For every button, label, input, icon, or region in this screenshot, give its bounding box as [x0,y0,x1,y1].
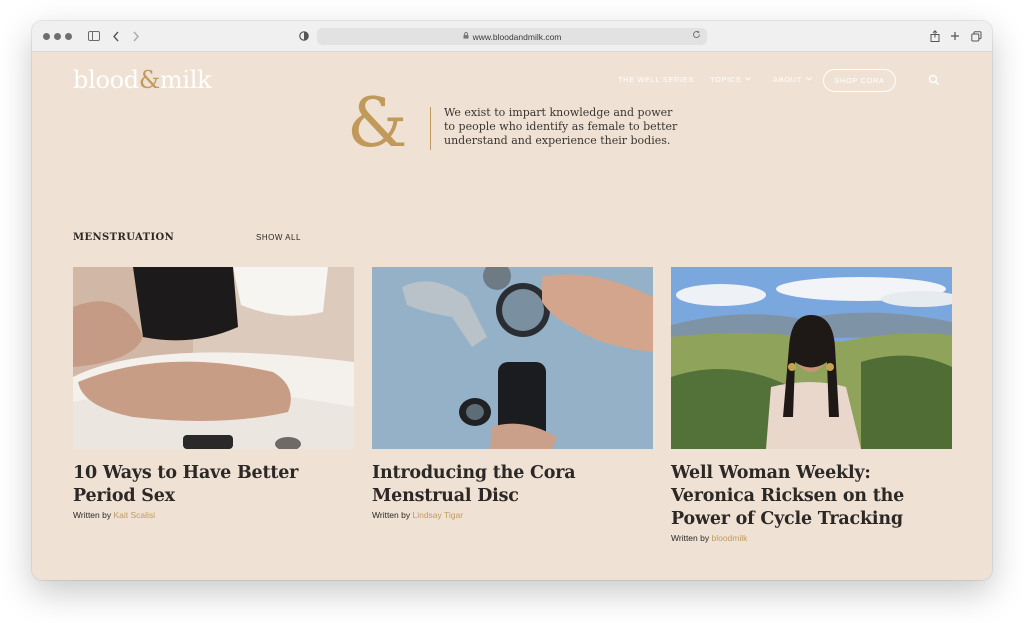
article-image[interactable] [73,267,354,449]
reload-icon[interactable] [692,30,701,42]
nav-topics[interactable]: TOPICS [710,75,752,84]
nav-about-label: ABOUT [773,75,802,84]
logo-ampersand: & [138,66,160,94]
zoom-window-dot[interactable] [65,33,72,40]
nav-topics-label: TOPICS [710,75,742,84]
minimize-window-dot[interactable] [54,33,61,40]
article-title[interactable]: Introducing the Cora Menstrual Disc [372,462,653,508]
hero-ampersand: & [347,84,408,163]
lock-icon [463,32,469,41]
article-image[interactable] [372,267,653,449]
show-all-link[interactable]: SHOW ALL [256,233,301,242]
article-card[interactable]: Well Woman Weekly: Veronica Ricksen on t… [671,267,952,543]
shield-icon[interactable] [296,28,312,44]
byline-prefix: Written by [73,510,112,520]
article-title[interactable]: Well Woman Weekly: Veronica Ricksen on t… [671,462,952,531]
close-window-dot[interactable] [43,33,50,40]
author-link[interactable]: Lindsay Tigar [412,510,463,520]
site-logo[interactable]: blood&milk [73,66,212,94]
search-icon[interactable] [928,73,940,86]
author-link[interactable]: Kait Scalisi [113,510,155,520]
sidebar-icon[interactable] [86,28,102,44]
web-page: blood&milk THE WELL SERIES TOPICS ABOUT … [32,52,992,580]
nav-well-series-label: THE WELL SERIES [618,75,694,84]
article-image[interactable] [671,267,952,449]
author-link[interactable]: bloodmilk [711,533,747,543]
chevron-down-icon [806,76,812,83]
logo-word-milk: milk [159,66,212,94]
byline-prefix: Written by [372,510,411,520]
section-title: MENSTRUATION [73,232,175,243]
article-card[interactable]: Introducing the Cora Menstrual Disc Writ… [372,267,653,520]
url-text: www.bloodandmilk.com [472,31,562,42]
address-bar[interactable]: www.bloodandmilk.com [317,28,707,45]
back-icon[interactable] [108,28,124,44]
hero-mission-text: We exist to impart knowledge and power t… [444,106,678,147]
shop-cora-button[interactable]: SHOP CORA [823,69,896,92]
article-title[interactable]: 10 Ways to Have Better Period Sex [73,462,354,508]
hero-divider [430,107,431,150]
forward-icon[interactable] [128,28,144,44]
tabs-icon[interactable] [968,28,984,44]
nav-well-series[interactable]: THE WELL SERIES [618,75,694,84]
logo-word-blood: blood [73,66,139,94]
article-byline: Written by Kait Scalisi [73,510,354,520]
browser-toolbar: www.bloodandmilk.com [32,21,992,52]
browser-window: www.bloodandmilk.com blood&milk THE WELL… [32,21,992,580]
article-byline: Written by bloodmilk [671,533,952,543]
nav-about[interactable]: ABOUT [773,75,812,84]
article-card[interactable]: 10 Ways to Have Better Period Sex Writte… [73,267,354,520]
share-icon[interactable] [927,28,943,44]
new-tab-icon[interactable] [947,28,963,44]
byline-prefix: Written by [671,533,710,543]
chevron-down-icon [745,76,752,83]
article-byline: Written by Lindsay Tigar [372,510,653,520]
